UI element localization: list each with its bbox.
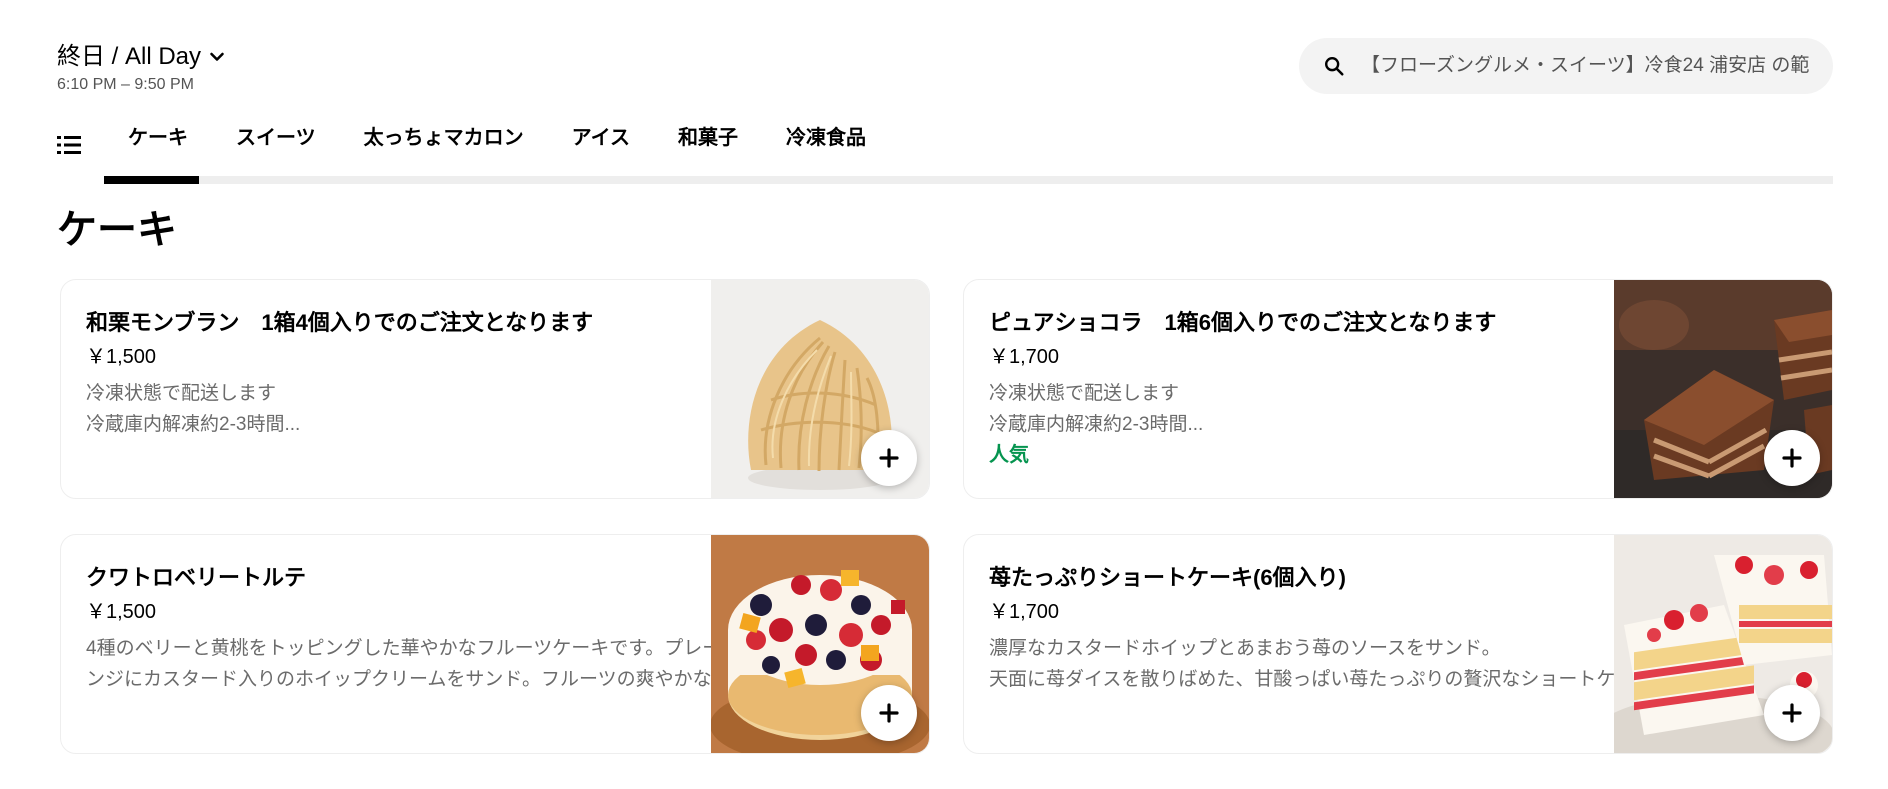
section-title: ケーキ — [57, 208, 177, 252]
item-price: ￥1,700 — [989, 346, 1060, 368]
popular-badge: 人気 — [989, 444, 1029, 466]
item-description-line: 4種のベリーと黄桃をトッピングした華やかなフルーツケーキです。プレーンスポ — [86, 638, 716, 659]
add-to-cart-button[interactable] — [861, 685, 917, 741]
add-to-cart-button[interactable] — [1764, 685, 1820, 741]
tab-cake[interactable]: ケーキ — [104, 118, 212, 184]
menu-item-card[interactable]: 苺たっぷりショートケーキ(6個入り) ￥1,700 濃厚なカスタードホイップとあ… — [963, 534, 1833, 754]
tab-ice[interactable]: アイス — [548, 118, 654, 184]
item-name: 苺たっぷりショートケーキ(6個入り) — [989, 565, 1346, 590]
item-description-line: ンジにカスタード入りのホイップクリームをサンド。フルーツの爽やかな酸味と... — [86, 669, 716, 690]
item-name: 和栗モンブラン 1箱4個入りでのご注文となります — [86, 310, 594, 335]
menu-hours: 6:10 PM – 9:50 PM — [57, 76, 194, 93]
plus-icon — [879, 448, 899, 468]
plus-icon — [879, 703, 899, 723]
chevron-down-icon — [210, 52, 224, 61]
add-to-cart-button[interactable] — [1764, 430, 1820, 486]
item-price: ￥1,500 — [86, 601, 157, 623]
tab-wagashi[interactable]: 和菓子 — [654, 118, 762, 184]
search-input[interactable] — [1361, 55, 1809, 77]
tab-label: ケーキ — [128, 127, 188, 149]
item-description-line: 濃厚なカスタードホイップとあまおう苺のソースをサンド。 — [989, 638, 1501, 659]
menu-title-row[interactable]: 終日 / All Day — [57, 42, 225, 72]
list-icon[interactable] — [57, 134, 81, 156]
plus-icon — [1782, 448, 1802, 468]
add-to-cart-button[interactable] — [861, 430, 917, 486]
menu-title: 終日 / All Day — [57, 43, 202, 70]
item-info: 和栗モンブラン 1箱4個入りでのご注文となります ￥1,500 冷凍状態で配送し… — [86, 308, 716, 440]
item-description-line: 冷蔵庫内解凍約2-3時間... — [989, 414, 1204, 435]
tab-label: スイーツ — [236, 127, 316, 149]
menu-item-card[interactable]: クワトロベリートルテ ￥1,500 4種のベリーと黄桃をトッピングした華やかなフ… — [60, 534, 930, 754]
item-description: 冷凍状態で配送します 冷蔵庫内解凍約2-3時間... — [989, 378, 1619, 440]
item-name: クワトロベリートルテ — [86, 565, 307, 590]
tab-track — [104, 176, 1833, 184]
item-info: クワトロベリートルテ ￥1,500 4種のベリーと黄桃をトッピングした華やかなフ… — [86, 563, 716, 695]
category-tabs: ケーキ スイーツ 太っちょマカロン アイス 和菓子 冷凍食品 — [104, 118, 890, 184]
item-description-line: 冷凍状態で配送します — [989, 383, 1180, 404]
item-description: 濃厚なカスタードホイップとあまおう苺のソースをサンド。 天面に苺ダイスを散りばめ… — [989, 633, 1619, 695]
tab-label: 太っちょマカロン — [363, 127, 524, 149]
category-tab-bar: ケーキ スイーツ 太っちょマカロン アイス 和菓子 冷凍食品 — [57, 118, 1833, 184]
item-description-line: 冷凍状態で配送します — [86, 383, 277, 404]
menu-selector[interactable]: 終日 / All Day 6:10 PM – 9:50 PM — [57, 42, 225, 94]
tab-frozen-food[interactable]: 冷凍食品 — [762, 118, 890, 184]
item-info: ピュアショコラ 1箱6個入りでのご注文となります ￥1,700 冷凍状態で配送し… — [989, 308, 1619, 470]
item-name: ピュアショコラ 1箱6個入りでのご注文となります — [989, 310, 1497, 335]
tab-label: アイス — [571, 127, 631, 149]
item-price: ￥1,500 — [86, 346, 157, 368]
item-description: 4種のベリーと黄桃をトッピングした華やかなフルーツケーキです。プレーンスポ ンジ… — [86, 633, 716, 695]
search-icon — [1325, 57, 1344, 76]
store-search-box[interactable] — [1299, 38, 1833, 94]
tab-label: 和菓子 — [678, 127, 739, 149]
item-info: 苺たっぷりショートケーキ(6個入り) ￥1,700 濃厚なカスタードホイップとあ… — [989, 563, 1619, 695]
tab-macaron[interactable]: 太っちょマカロン — [340, 118, 548, 184]
menu-item-card[interactable]: 和栗モンブラン 1箱4個入りでのご注文となります ￥1,500 冷凍状態で配送し… — [60, 279, 930, 499]
item-description: 冷凍状態で配送します 冷蔵庫内解凍約2-3時間... — [86, 378, 716, 440]
tab-label: 冷凍食品 — [786, 127, 867, 149]
item-description-line: 冷蔵庫内解凍約2-3時間... — [86, 414, 301, 435]
item-description-line: 天面に苺ダイスを散りばめた、甘酸っぱい苺たっぷりの贅沢なショートケー... — [989, 669, 1619, 690]
item-price: ￥1,700 — [989, 601, 1060, 623]
active-tab-indicator — [104, 176, 199, 184]
tab-sweets[interactable]: スイーツ — [212, 118, 340, 184]
menu-item-card[interactable]: ピュアショコラ 1箱6個入りでのご注文となります ￥1,700 冷凍状態で配送し… — [963, 279, 1833, 499]
plus-icon — [1782, 703, 1802, 723]
